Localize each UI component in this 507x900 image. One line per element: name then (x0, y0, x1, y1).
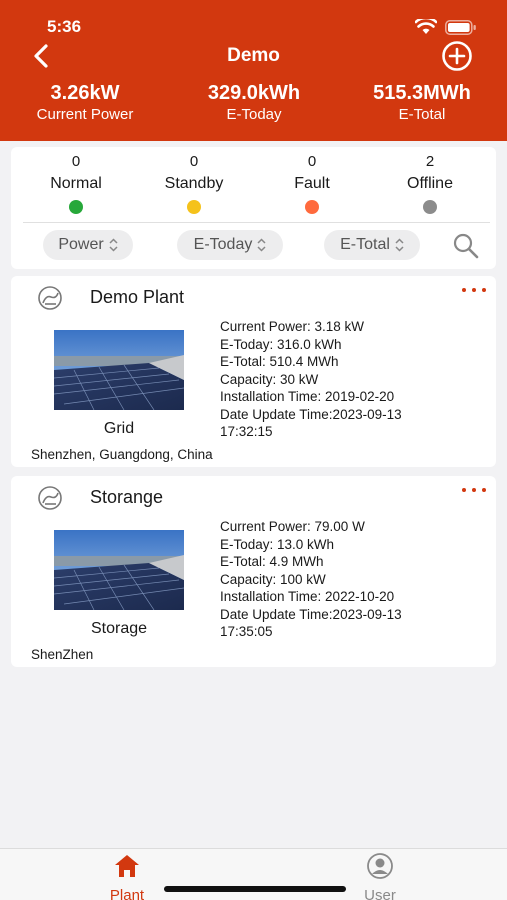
detail-capacity: Capacity: 100 kW (220, 571, 326, 587)
detail-e-today: E-Today: 13.0 kWh (220, 536, 335, 552)
sort-arrows-icon (109, 238, 118, 252)
plant-location: Shenzhen, Guangdong, China (31, 447, 213, 462)
page-title: Demo (227, 45, 280, 66)
sort-label: Power (58, 236, 104, 253)
tab-plant[interactable]: Plant (87, 853, 167, 900)
stat-label: Current Power (36, 106, 134, 123)
divider (23, 222, 490, 223)
sort-label: E-Total (340, 236, 390, 253)
status-filter-fault[interactable]: 0 Fault (262, 153, 362, 214)
sort-by-power-button[interactable]: Power (43, 230, 133, 260)
sort-label: E-Today (193, 236, 253, 253)
battery-icon (445, 19, 476, 35)
more-options-icon[interactable] (462, 488, 486, 492)
detail-update-date: Date Update Time:2023-09-13 (220, 606, 402, 622)
sort-by-e-total-button[interactable]: E-Total (324, 230, 420, 260)
plant-card[interactable]: Storange Storage Current Power: 79.00 W … (11, 476, 496, 667)
search-icon[interactable] (451, 231, 481, 261)
status-dot-icon (69, 200, 83, 214)
status-label: Normal (50, 175, 102, 192)
detail-e-today: E-Today: 316.0 kWh (220, 336, 342, 352)
status-bar-time: 5:36 (47, 17, 82, 36)
plant-type-label: Storage (90, 620, 148, 637)
home-indicator (164, 886, 346, 892)
status-filter-offline[interactable]: 2 Offline (380, 153, 480, 214)
status-label: Offline (407, 175, 453, 192)
status-dot-icon (305, 200, 319, 214)
stat-e-today: 329.0kWh E-Today (184, 82, 324, 123)
home-icon (115, 855, 139, 877)
detail-e-total: E-Total: 4.9 MWh (220, 554, 324, 569)
status-dot-icon (187, 200, 201, 214)
status-label: Standby (164, 175, 224, 192)
stat-e-total: 515.3MWh E-Total (352, 82, 492, 123)
detail-update-time: 17:35:05 (220, 624, 273, 639)
status-filter-normal[interactable]: 0 Normal (26, 153, 126, 214)
app-header: 5:36 Demo 3.26kW Current Power 329.0kWh … (0, 0, 507, 141)
detail-installation-time: Installation Time: 2019-02-20 (220, 389, 395, 404)
sort-arrows-icon (395, 238, 404, 252)
plant-card[interactable]: Demo Plant Grid Current Power: 3.18 kW E… (11, 276, 496, 467)
detail-current-power: Current Power: 3.18 kW (220, 319, 365, 334)
plant-thumbnail (54, 530, 184, 610)
detail-current-power: Current Power: 79.00 W (220, 519, 365, 534)
detail-capacity: Capacity: 30 kW (220, 371, 319, 387)
plant-gauge-icon (38, 486, 62, 510)
tab-label: Plant (109, 887, 145, 900)
stat-label: E-Today (226, 106, 282, 123)
status-summary-card: 0 Normal 0 Standby 0 Fault 2 Offline Pow… (11, 147, 496, 269)
status-count: 0 (189, 153, 199, 170)
tab-user[interactable]: User (340, 853, 420, 900)
status-count: 0 (71, 153, 81, 170)
status-bar-icons (415, 19, 477, 35)
plant-details: Current Power: 3.18 kW E-Today: 316.0 kW… (220, 318, 402, 441)
tab-label: User (364, 887, 396, 900)
plant-thumbnail (54, 330, 184, 410)
status-dot-icon (423, 200, 437, 214)
detail-update-time: 17:32:15 (220, 424, 273, 439)
plant-type-label: Grid (103, 420, 135, 437)
add-plant-button[interactable] (441, 40, 473, 72)
wifi-icon (415, 19, 437, 34)
sort-by-e-today-button[interactable]: E-Today (177, 230, 283, 260)
stat-value: 3.26kW (50, 82, 120, 104)
stat-current-power: 3.26kW Current Power (15, 82, 155, 123)
plant-name: Demo Plant (90, 287, 185, 307)
status-count: 0 (307, 153, 317, 170)
more-options-icon[interactable] (462, 288, 486, 292)
detail-installation-time: Installation Time: 2022-10-20 (220, 589, 395, 604)
bottom-tab-bar: Plant User (0, 848, 507, 900)
plant-name: Storange (90, 487, 164, 507)
user-icon (367, 853, 393, 879)
stat-value: 329.0kWh (207, 82, 301, 104)
plant-location: ShenZhen (31, 647, 94, 662)
status-count: 2 (425, 153, 435, 170)
plant-gauge-icon (38, 286, 62, 310)
sort-arrows-icon (257, 238, 266, 252)
detail-update-date: Date Update Time:2023-09-13 (220, 406, 402, 422)
detail-e-total: E-Total: 510.4 MWh (220, 354, 339, 369)
stat-label: E-Total (398, 106, 446, 123)
plant-details: Current Power: 79.00 W E-Today: 13.0 kWh… (220, 518, 402, 641)
status-label: Fault (294, 175, 330, 192)
stat-value: 515.3MWh (373, 82, 471, 104)
status-filter-standby[interactable]: 0 Standby (144, 153, 244, 214)
